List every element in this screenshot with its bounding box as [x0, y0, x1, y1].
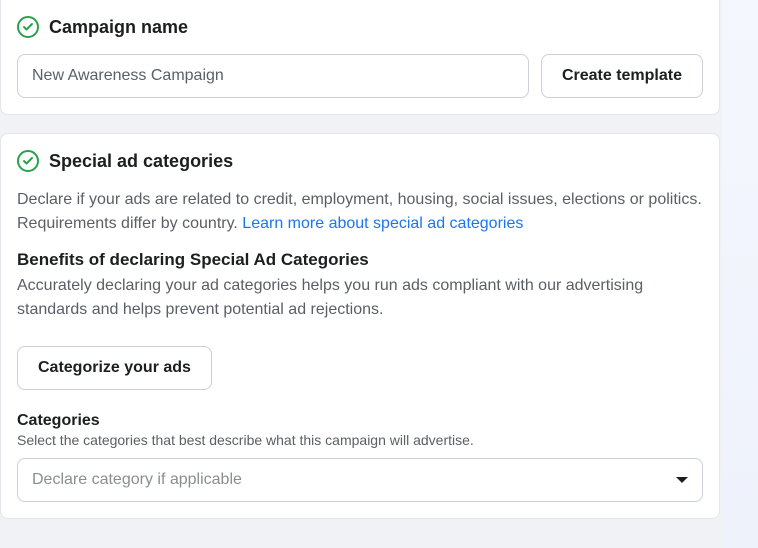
create-template-button[interactable]: Create template — [541, 54, 703, 98]
categories-label: Categories — [17, 412, 703, 430]
campaign-name-input[interactable] — [17, 54, 529, 98]
benefits-heading: Benefits of declaring Special Ad Categor… — [17, 250, 703, 270]
chevron-down-icon — [676, 477, 688, 483]
categorize-ads-button[interactable]: Categorize your ads — [17, 346, 212, 390]
categories-placeholder: Declare category if applicable — [32, 471, 242, 489]
categories-help: Select the categories that best describe… — [17, 432, 703, 448]
benefits-body: Accurately declaring your ad categories … — [17, 274, 703, 322]
check-circle-icon — [17, 16, 39, 38]
campaign-name-card: Campaign name Create template — [0, 0, 720, 115]
special-ad-title: Special ad categories — [49, 151, 233, 172]
special-ad-description: Declare if your ads are related to credi… — [17, 188, 703, 236]
campaign-name-header: Campaign name — [17, 0, 703, 38]
learn-more-link[interactable]: Learn more about special ad categories — [242, 215, 523, 232]
special-ad-categories-card: Special ad categories Declare if your ad… — [0, 133, 720, 519]
check-circle-icon — [17, 150, 39, 172]
right-gradient-panel — [722, 0, 758, 548]
campaign-name-title: Campaign name — [49, 17, 188, 38]
categories-select[interactable]: Declare category if applicable — [17, 458, 703, 502]
special-ad-header: Special ad categories — [17, 134, 703, 172]
